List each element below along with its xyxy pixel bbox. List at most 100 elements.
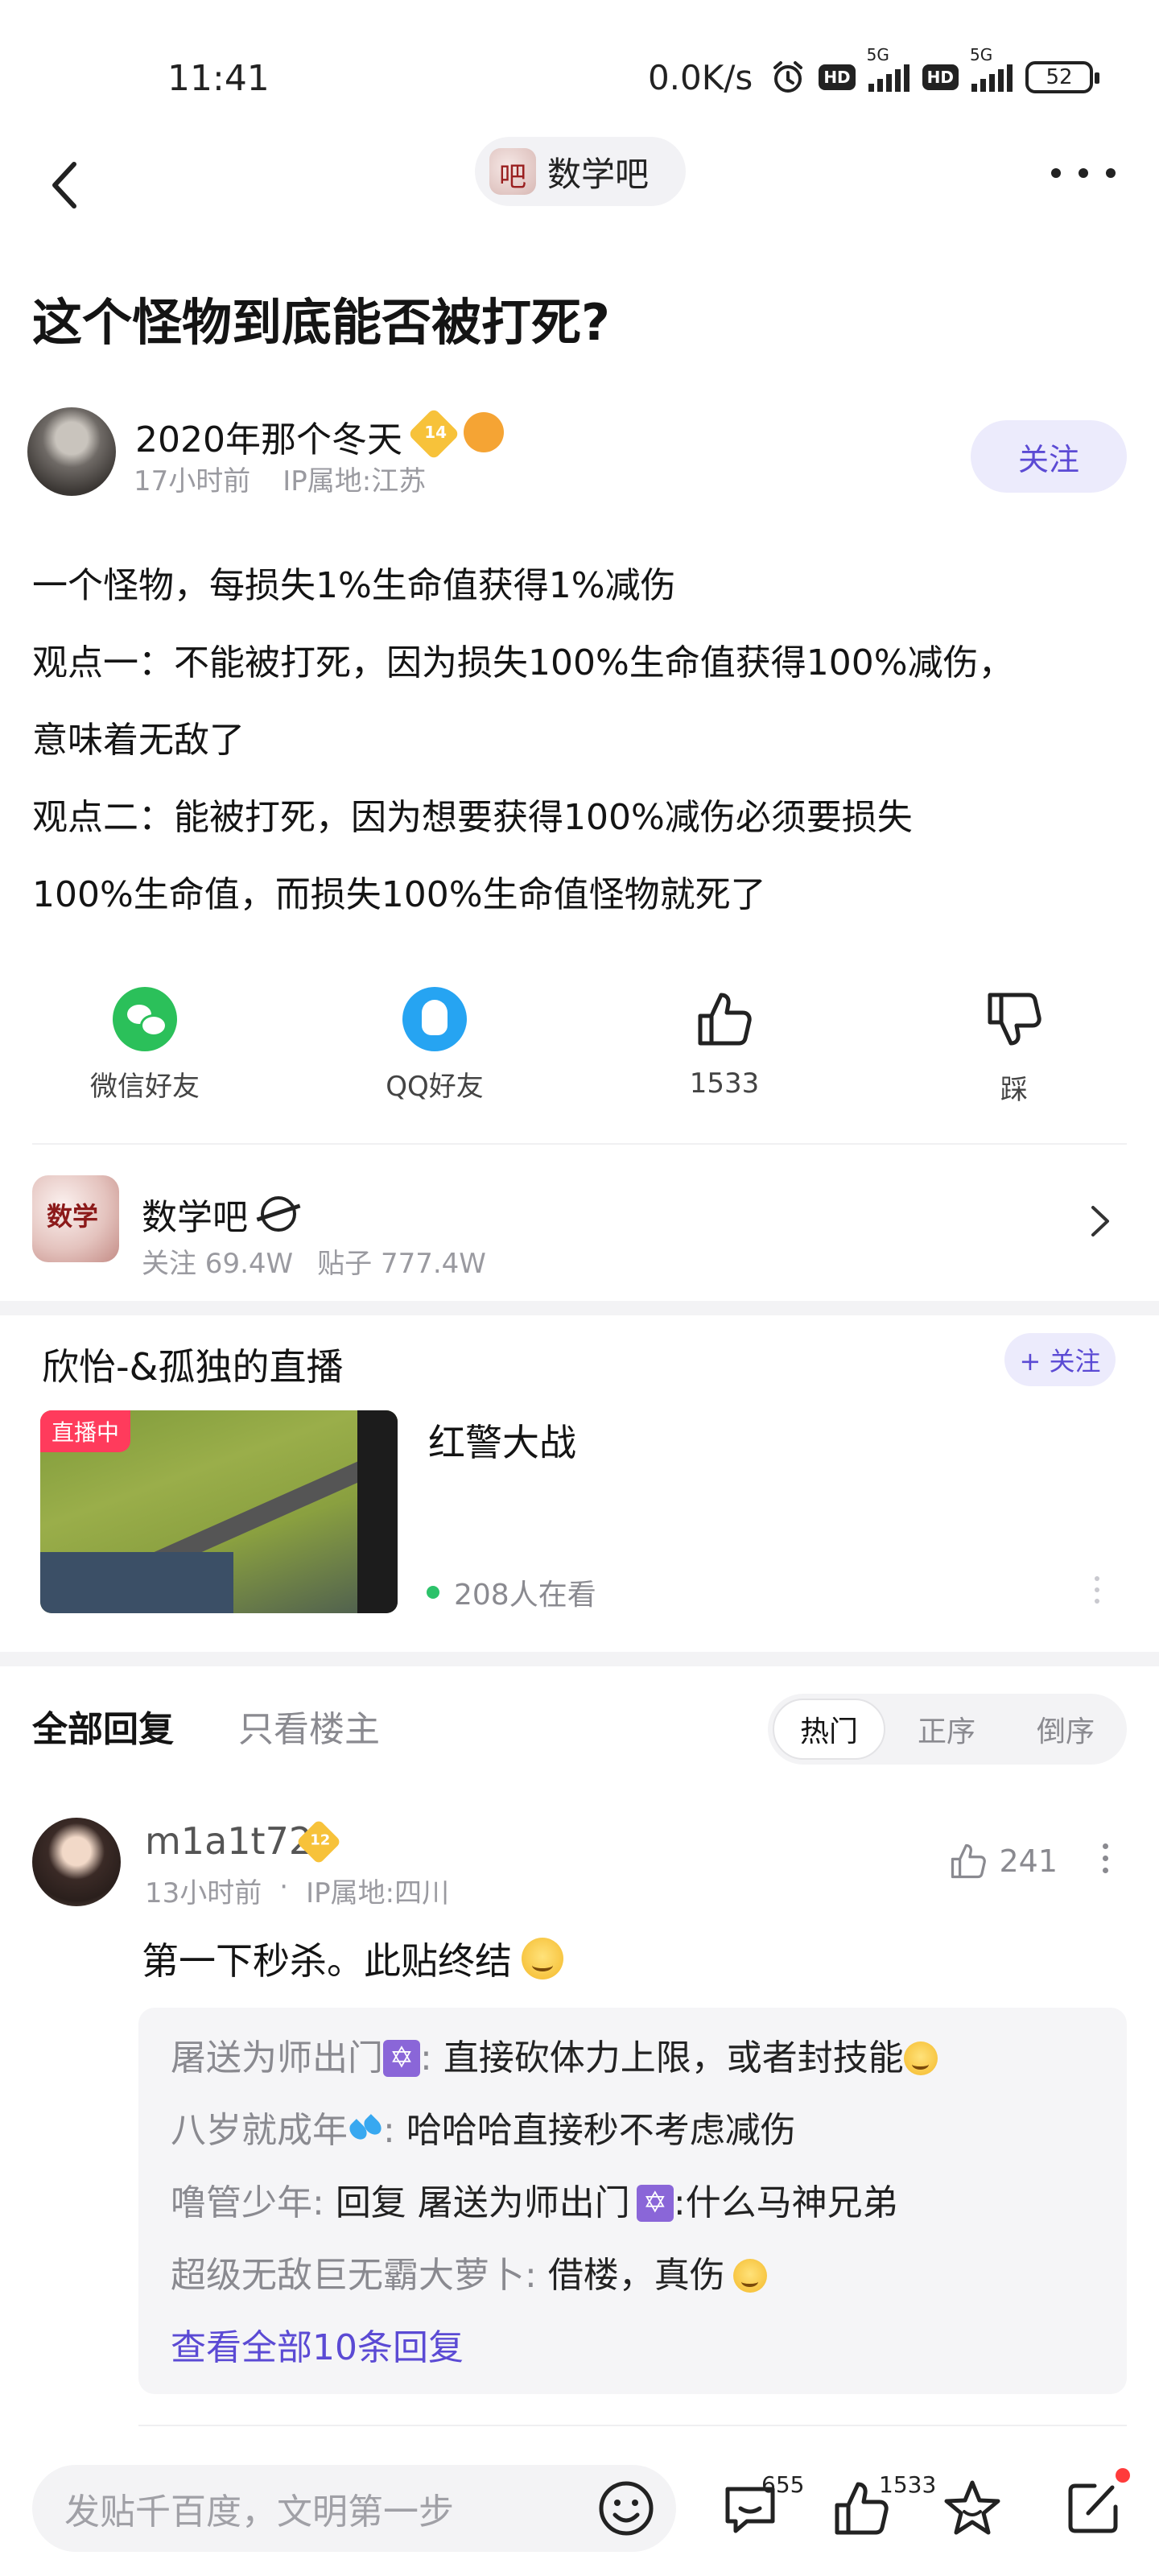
more-options-icon[interactable]	[1051, 161, 1116, 185]
level-badge: 14	[407, 407, 460, 460]
author-name[interactable]: 2020年那个冬天	[135, 411, 402, 462]
comment-username[interactable]: m1a1t72	[145, 1819, 312, 1863]
author-meta: 17小时前 IP属地:江苏	[134, 459, 426, 498]
comment-meta: 13小时前 · IP属地:四川	[145, 1871, 449, 1910]
dislike-button[interactable]: 踩	[918, 987, 1111, 1107]
live-viewer-count: 208人在看	[454, 1579, 596, 1612]
sub-reply: 噜管少年 : 回复 屠送为师出门 ✡ :什么马神兄弟	[171, 2167, 1095, 2240]
sort-toggle: 热门 正序 倒序	[768, 1694, 1127, 1765]
sub-reply: 超级无敌巨无霸大萝卜 : 借楼，真伤	[171, 2240, 1095, 2312]
sub-replies-box[interactable]: 屠送为师出门 ✡ : 直接砍体力上限，或者封技能 八岁就成年 : 哈哈哈直接秒不…	[138, 2008, 1127, 2394]
comment-text-row: 第一下秒杀。此贴终结	[142, 1932, 563, 1985]
post-actions: 微信好友 QQ好友 1533 踩	[0, 987, 1159, 1108]
sub-reply-text: 哈哈哈直接秒不考虑减伤	[406, 2110, 796, 2151]
forum-followers: 关注 69.4W	[142, 1248, 294, 1280]
status-bar: 11:41 0.0K/s HD 5G HD 5G 52	[0, 0, 1159, 153]
tab-op-only[interactable]: 只看楼主	[238, 1700, 380, 1752]
edit-icon[interactable]	[1061, 2476, 1125, 2541]
comment-avatar[interactable]	[32, 1818, 121, 1906]
live-follow-button[interactable]: + 关注	[1004, 1333, 1116, 1386]
post-body-line: 观点二：能被打死，因为想要获得100%减伤必须要损失	[32, 797, 913, 838]
battery-icon: 52	[1025, 61, 1099, 93]
comment-more-icon[interactable]	[1103, 1843, 1109, 1873]
comment-ip: IP属地:四川	[306, 1877, 450, 1909]
forum-logo-icon	[489, 148, 536, 195]
reply-input[interactable]: 发贴千百度，文明第一步	[32, 2465, 676, 2552]
hd-icon-2: HD	[922, 64, 959, 90]
section-separator	[0, 1652, 1159, 1666]
bottom-bar: 发贴千百度，文明第一步 655 1533	[0, 2439, 1159, 2576]
share-wechat-label: 微信好友	[90, 1071, 200, 1103]
top-nav: 数学吧	[0, 137, 1159, 233]
colon: :	[383, 2110, 406, 2151]
live-viewers: 208人在看	[427, 1571, 596, 1613]
sub-reply-text-2: :什么马神兄弟	[673, 2182, 898, 2223]
share-wechat-button[interactable]: 微信好友	[48, 987, 241, 1104]
live-title[interactable]: 欣怡-&孤独的直播	[42, 1338, 343, 1391]
sub-reply-user[interactable]: 超级无敌巨无霸大萝卜	[171, 2240, 525, 2312]
sort-ascending[interactable]: 正序	[890, 1699, 1003, 1760]
view-all-replies-link[interactable]: 查看全部10条回复	[171, 2312, 1095, 2384]
yum-emoji-icon	[732, 2259, 767, 2293]
signal-icon-2: 5G	[970, 45, 1013, 92]
status-time: 11:41	[167, 58, 270, 99]
author-ip: IP属地:江苏	[283, 465, 427, 497]
live-game-title[interactable]: 红警大战	[428, 1414, 576, 1467]
notification-dot	[1116, 2468, 1130, 2483]
star-of-david-emoji-icon: ✡	[383, 2040, 420, 2077]
signal-icon: 5G	[867, 45, 909, 92]
comment-time: 13小时前	[145, 1877, 262, 1909]
sub-reply-user[interactable]: 噜管少年	[171, 2167, 312, 2240]
colon: :	[312, 2182, 336, 2223]
thumbs-up-icon	[698, 993, 752, 1046]
back-icon[interactable]	[43, 158, 92, 213]
emoji-icon[interactable]	[596, 2478, 657, 2539]
divider	[32, 1143, 1127, 1145]
follow-button[interactable]: 关注	[971, 420, 1127, 493]
comment-like-count: 241	[999, 1843, 1058, 1879]
post-title: 这个怪物到底能否被打死?	[32, 293, 610, 352]
sort-descending[interactable]: 倒序	[1009, 1699, 1122, 1760]
sweat-drops-emoji-icon	[348, 2113, 383, 2149]
post-body-line: 一个怪物，每损失1%生命值获得1%减伤	[32, 565, 676, 606]
sub-reply-user[interactable]: 屠送为师出门	[171, 2022, 383, 2095]
sub-reply-user[interactable]: 八岁就成年	[171, 2095, 348, 2167]
forum-chip[interactable]: 数学吧	[475, 137, 686, 206]
live-dot-icon	[427, 1586, 439, 1599]
smile-emoji-icon	[522, 1938, 563, 1979]
forum-name: 数学吧	[142, 1197, 248, 1238]
like-count: 1533	[879, 2471, 937, 2498]
share-qq-button[interactable]: QQ好友	[338, 987, 531, 1104]
live-more-icon[interactable]	[1095, 1576, 1101, 1604]
forum-stats: 关注 69.4W 贴子 777.4W	[142, 1241, 486, 1281]
forum-logo[interactable]	[32, 1175, 119, 1262]
sub-reply: 八岁就成年 : 哈哈哈直接秒不考虑减伤	[171, 2095, 1095, 2167]
sub-reply-text: 回复 屠送为师出门	[335, 2182, 630, 2223]
colon: :	[525, 2255, 548, 2296]
colon: :	[420, 2037, 443, 2079]
share-qq-label: QQ好友	[386, 1071, 484, 1103]
wechat-icon	[113, 987, 177, 1051]
post-body-line: 观点一：不能被打死，因为损失100%生命值获得100%减伤，	[32, 642, 1014, 683]
comment-like-button[interactable]: 241	[947, 1840, 1058, 1882]
sub-reply-text: 直接砍体力上限，或者封技能	[443, 2037, 904, 2079]
sort-hot[interactable]: 热门	[773, 1699, 885, 1760]
live-badge: 直播中	[40, 1410, 130, 1452]
meta-separator: ·	[279, 1871, 289, 1903]
alarm-icon	[773, 61, 803, 93]
forum-posts: 贴子 777.4W	[317, 1248, 486, 1280]
comment-text: 第一下秒杀。此贴终结	[142, 1939, 512, 1983]
star-icon[interactable]	[940, 2476, 1004, 2541]
smile-emoji-icon	[903, 2041, 938, 2075]
star-of-david-emoji-icon: ✡	[636, 2185, 674, 2222]
author-avatar[interactable]	[27, 407, 116, 496]
section-separator	[0, 1301, 1159, 1315]
chevron-right-icon[interactable]	[1088, 1203, 1112, 1240]
sub-reply: 屠送为师出门 ✡ : 直接砍体力上限，或者封技能	[171, 2022, 1095, 2095]
emoji-badge-icon	[464, 412, 504, 452]
like-button[interactable]: 1533	[628, 987, 821, 1100]
qq-icon	[402, 987, 467, 1051]
forum-chip-name: 数学吧	[547, 154, 650, 194]
tab-all-replies[interactable]: 全部回复	[32, 1700, 174, 1752]
forum-name-row[interactable]: 数学吧	[142, 1188, 296, 1240]
